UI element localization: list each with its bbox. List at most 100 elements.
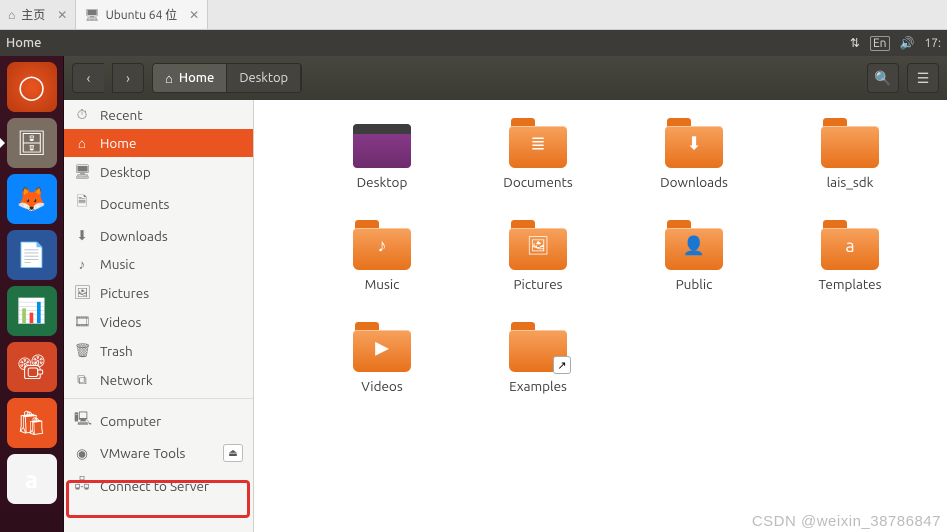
unity-launcher: ◯ 🗄 🦊 📄 📊 📽 🛍 a <box>0 56 64 532</box>
sidebar-item-documents[interactable]: 🗎 Documents <box>64 186 253 221</box>
pathbar-desktop-label: Desktop <box>239 71 288 85</box>
file-manager-toolbar: ‹ › ⌂ Home Desktop 🔍 ☰ <box>64 56 947 100</box>
sidebar-item-connect-to-server[interactable]: 🖧Connect to Server <box>64 468 253 503</box>
file-label: lais_sdk <box>827 174 874 190</box>
view-options-button[interactable]: ☰ <box>907 63 939 93</box>
sidebar-item-icon: ⏱ <box>74 106 90 123</box>
vm-icon: 🖥 <box>84 8 99 22</box>
file-examples[interactable]: ↗ Examples <box>460 320 616 394</box>
sidebar-item-icon: 🗎 <box>74 192 90 215</box>
sidebar-item-icon: ⧉ <box>74 371 90 388</box>
sidebar-item-icon: ⬇ <box>74 227 90 244</box>
launcher-dash-icon[interactable]: ◯ <box>7 62 57 112</box>
sidebar-item-label: VMware Tools <box>100 445 185 461</box>
launcher-writer-icon[interactable]: 📄 <box>7 230 57 280</box>
folder-icon: ↗ <box>507 320 569 372</box>
file-public[interactable]: 👤 Public <box>616 218 772 292</box>
sidebar-item-label: Documents <box>100 196 169 212</box>
vmware-tab-bar: ⌂ 主页 ✕ 🖥 Ubuntu 64 位 ✕ <box>0 0 947 30</box>
sidebar-item-label: Music <box>100 256 135 272</box>
file-label: Music <box>365 276 400 292</box>
launcher-amazon-icon[interactable]: a <box>7 454 57 504</box>
sidebar-item-computer[interactable]: 🖳Computer <box>64 403 253 438</box>
sidebar-item-icon: ⌂ <box>74 135 90 151</box>
sidebar-item-icon: 🖧 <box>74 474 90 497</box>
file-label: Desktop <box>357 174 408 190</box>
launcher-impress-icon[interactable]: 📽 <box>7 342 57 392</box>
vmware-tab-home[interactable]: ⌂ 主页 ✕ <box>0 0 76 29</box>
launcher-software-icon[interactable]: 🛍 <box>7 398 57 448</box>
language-indicator[interactable]: En <box>870 36 890 51</box>
pathbar-desktop[interactable]: Desktop <box>227 64 301 92</box>
sidebar-item-videos[interactable]: 🎞Videos <box>64 307 253 336</box>
file-documents[interactable]: ≣Documents <box>460 116 616 190</box>
sidebar-item-network[interactable]: ⧉ Network <box>64 365 253 394</box>
file-music[interactable]: ♪ Music <box>304 218 460 292</box>
sidebar-item-icon: 🗑 <box>74 342 90 359</box>
sidebar-item-trash[interactable]: 🗑 Trash <box>64 336 253 365</box>
sidebar-item-icon: 🖥 <box>74 163 90 180</box>
sidebar-item-icon: 🎞 <box>74 313 90 330</box>
nav-back-button[interactable]: ‹ <box>72 63 104 93</box>
folder-icon: 🖼 <box>507 218 569 270</box>
ubuntu-menubar: Home ⇅ En 🔊 17: <box>0 30 947 56</box>
pathbar-home[interactable]: ⌂ Home <box>153 64 227 92</box>
pathbar: ⌂ Home Desktop <box>152 63 302 93</box>
file-downloads[interactable]: ⬇ Downloads <box>616 116 772 190</box>
folder-icon: ♪ <box>351 218 413 270</box>
close-icon[interactable]: ✕ <box>189 8 199 22</box>
folder-icon: a <box>819 218 881 270</box>
launcher-files-icon[interactable]: 🗄 <box>7 118 57 168</box>
sidebar-item-label: Network <box>100 372 153 388</box>
file-label: Templates <box>819 276 882 292</box>
sidebar-item-vmware-tools[interactable]: ◉VMware Tools⏏ <box>64 438 253 468</box>
menubar-app-title: Home <box>6 36 41 50</box>
file-label: Examples <box>509 378 567 394</box>
file-label: Public <box>676 276 713 292</box>
file-pictures[interactable]: 🖼 Pictures <box>460 218 616 292</box>
sidebar-item-icon: ♪ <box>74 256 90 272</box>
home-icon: ⌂ <box>165 71 173 86</box>
icon-view[interactable]: Desktop ≣Documents ⬇ Downloads lais_sdk ♪ Musi… <box>254 100 947 532</box>
file-label: Documents <box>503 174 572 190</box>
file-label: Downloads <box>660 174 728 190</box>
network-indicator-icon[interactable]: ⇅ <box>850 36 860 50</box>
sidebar-item-recent[interactable]: ⏱ Recent <box>64 100 253 129</box>
file-label: Pictures <box>513 276 562 292</box>
folder-icon: 👤 <box>663 218 725 270</box>
sidebar-item-pictures[interactable]: 🖼Pictures <box>64 278 253 307</box>
file-lais_sdk[interactable]: lais_sdk <box>772 116 928 190</box>
sidebar-item-icon: 🖳 <box>74 409 90 432</box>
search-icon: 🔍 <box>874 70 891 87</box>
sidebar-item-desktop[interactable]: 🖥 Desktop <box>64 157 253 186</box>
sidebar-item-label: Desktop <box>100 164 151 180</box>
close-icon[interactable]: ✕ <box>57 8 67 22</box>
sidebar-item-icon: 🖼 <box>74 284 90 301</box>
shortcut-overlay-icon: ↗ <box>553 356 571 374</box>
sidebar-item-label: Recent <box>100 107 143 123</box>
volume-indicator-icon[interactable]: 🔊 <box>900 36 915 50</box>
sidebar-item-downloads[interactable]: ⬇Downloads <box>64 221 253 250</box>
launcher-calc-icon[interactable]: 📊 <box>7 286 57 336</box>
watermark: CSDN @weixin_38786847 <box>752 513 941 530</box>
folder-icon: ▶ <box>351 320 413 372</box>
nav-forward-button[interactable]: › <box>112 63 144 93</box>
eject-button[interactable]: ⏏ <box>223 444 243 462</box>
file-videos[interactable]: ▶Videos <box>304 320 460 394</box>
places-sidebar: ⏱ Recent ⌂ Home 🖥 Desktop 🗎 Documents ⬇Downloads… <box>64 100 254 532</box>
pathbar-home-label: Home <box>179 71 214 85</box>
search-button[interactable]: 🔍 <box>867 63 899 93</box>
folder-icon <box>819 116 881 168</box>
file-desktop[interactable]: Desktop <box>304 116 460 190</box>
file-templates[interactable]: a Templates <box>772 218 928 292</box>
folder-icon: ⬇ <box>663 116 725 168</box>
hamburger-icon: ☰ <box>917 70 930 87</box>
vmware-tab-ubuntu[interactable]: 🖥 Ubuntu 64 位 ✕ <box>76 0 208 29</box>
sidebar-item-label: Trash <box>100 343 133 359</box>
sidebar-item-label: Home <box>100 135 136 151</box>
launcher-firefox-icon[interactable]: 🦊 <box>7 174 57 224</box>
sidebar-item-music[interactable]: ♪ Music <box>64 250 253 278</box>
file-manager-window: ‹ › ⌂ Home Desktop 🔍 ☰ ⏱Recent⌂Home� <box>64 56 947 532</box>
clock[interactable]: 17: <box>925 37 942 50</box>
sidebar-item-home[interactable]: ⌂ Home <box>64 129 253 157</box>
